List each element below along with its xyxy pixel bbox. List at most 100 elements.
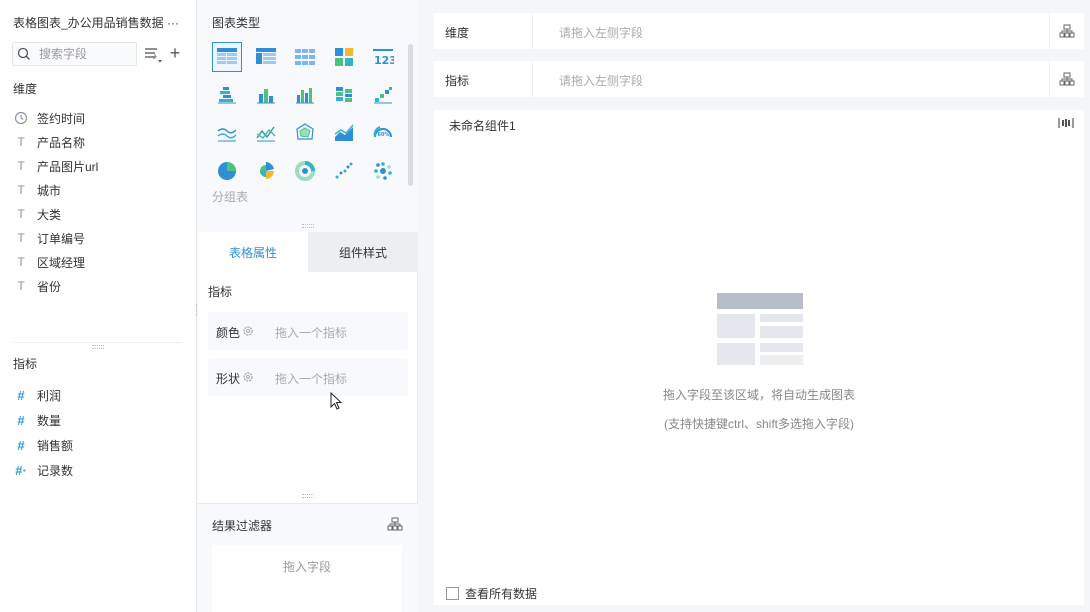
mouse-cursor-icon [330, 392, 343, 410]
detail-table-icon [295, 49, 315, 65]
field-label: 省份 [37, 279, 62, 294]
chart-types-title: 图表类型 [212, 16, 261, 30]
sort-icon[interactable]: # [143, 45, 165, 65]
tab-component-style[interactable]: 组件样式 [308, 232, 418, 272]
divider [532, 61, 533, 97]
text-type-icon: T [17, 231, 25, 245]
chart-type-polyline[interactable] [251, 118, 281, 148]
property-tabs: 表格属性 组件样式 [198, 232, 418, 272]
hierarchy-icon[interactable] [387, 517, 403, 531]
field-label: 销售额 [37, 438, 74, 453]
field-item-dimension[interactable]: T 城市 [13, 180, 61, 200]
field-item-dimension[interactable]: T 产品图片url [13, 156, 98, 176]
clock-icon [14, 111, 28, 125]
field-item-dimension[interactable]: T 大类 [13, 204, 61, 224]
dataset-title[interactable]: 表格图表_办公用品销售数据 ··· [13, 14, 188, 31]
field-item-dimension[interactable]: T 省份 [13, 276, 61, 296]
table-chart-icon [217, 48, 237, 64]
checkbox-box[interactable] [446, 587, 459, 600]
dimension-header: 维度 [13, 82, 38, 96]
dimension-drop-bar[interactable]: 维度 请拖入左侧字段 [434, 13, 1084, 49]
chart-type-donut[interactable] [290, 156, 320, 186]
cross-table-icon [256, 48, 276, 64]
chart-editor-area: 维度 请拖入左侧字段 指标 请拖入左侧字段 未命名组件1 拖入字段至该区域，将自… [419, 0, 1090, 612]
chart-type-line[interactable] [212, 118, 242, 148]
field-search-box[interactable] [12, 42, 137, 66]
field-label: 签约时间 [37, 111, 86, 126]
field-item-dimension[interactable]: T 产品名称 [13, 132, 85, 152]
color-drop-zone[interactable]: 颜色 拖入一个指标 [208, 312, 408, 350]
field-label: 大类 [37, 207, 62, 222]
chart-type-pie[interactable] [212, 156, 242, 186]
hierarchy-icon[interactable] [1059, 72, 1075, 86]
tab-table-properties[interactable]: 表格属性 [198, 232, 308, 272]
field-item-metric[interactable]: # 利润 [13, 385, 61, 405]
svg-text:123: 123 [374, 54, 394, 67]
field-label: 产品图片url [37, 159, 99, 174]
number-type-icon: # [17, 412, 25, 428]
record-count-icon: #· [15, 462, 27, 478]
widget-canvas[interactable]: 未命名组件1 拖入字段至该区域，将自动生成图表 (支持快捷键ctrl、shift… [434, 110, 1084, 605]
gear-icon[interactable] [242, 325, 254, 337]
bubble-chart-icon [374, 162, 392, 180]
chart-type-column[interactable] [251, 80, 281, 110]
text-type-icon: T [17, 135, 25, 149]
chart-type-table[interactable] [212, 42, 242, 72]
chart-type-bubble[interactable] [368, 156, 398, 186]
scatter-chart-icon [335, 162, 353, 179]
shape-drop-zone[interactable]: 形状 拖入一个指标 [208, 358, 408, 396]
gauge-chart-icon: 60% [373, 126, 392, 138]
chart-type-gauge[interactable]: 60% [368, 118, 398, 148]
chart-type-waterfall[interactable] [368, 80, 398, 110]
chart-type-number[interactable]: 123 [368, 42, 398, 72]
field-item-dimension[interactable]: 签约时间 [13, 108, 85, 128]
config-panel: 图表类型 123 60% 分组表 表格属性 组件样式 指标 颜色 拖入一个指标 … [198, 0, 418, 612]
chart-type-scrollbar[interactable] [408, 44, 413, 186]
filter-drop-zone[interactable]: 拖入字段 [212, 545, 402, 612]
hierarchy-icon[interactable] [1059, 24, 1075, 38]
line-chart-icon [217, 128, 237, 142]
field-item-metric[interactable]: # 数量 [13, 410, 61, 430]
search-input[interactable] [39, 46, 135, 62]
chart-type-grouped-column[interactable] [290, 80, 320, 110]
group-table-label[interactable]: 分组表 [212, 188, 248, 205]
chart-type-stacked-column[interactable] [329, 80, 359, 110]
field-item-metric[interactable]: #· 记录数 [13, 460, 73, 480]
stacked-bar-icon [218, 87, 236, 104]
gear-icon[interactable] [242, 371, 254, 383]
dimension-bar-placeholder: 请拖入左侧字段 [559, 26, 644, 40]
chart-type-resize-handle[interactable] [302, 224, 314, 228]
field-item-metric[interactable]: # 销售额 [13, 435, 73, 455]
chart-type-area[interactable] [329, 118, 359, 148]
divider [532, 13, 533, 49]
metric-header: 指标 [13, 357, 38, 371]
chart-type-stacked-bar[interactable] [212, 80, 242, 110]
chart-type-section: 图表类型 123 60% 分组表 [198, 0, 418, 232]
kpi-card-icon [335, 48, 353, 66]
metric-bar-label: 指标 [445, 74, 470, 88]
field-label: 产品名称 [37, 135, 86, 150]
field-item-dimension[interactable]: T 订单编号 [13, 228, 85, 248]
chart-type-scatter[interactable] [329, 156, 359, 186]
filter-resize-handle[interactable] [302, 494, 314, 498]
panel-resize-handle[interactable] [92, 345, 104, 349]
shape-label: 形状 [216, 372, 241, 386]
chart-type-radar[interactable] [290, 118, 320, 148]
color-label: 颜色 [216, 326, 241, 340]
empty-hint: 拖入字段至该区域，将自动生成图表 [662, 388, 855, 402]
show-all-data-checkbox[interactable]: 查看所有数据 [446, 585, 537, 602]
column-width-icon[interactable] [1058, 117, 1074, 129]
filter-placeholder: 拖入字段 [282, 560, 331, 574]
widget-title[interactable]: 未命名组件1 [449, 117, 516, 134]
add-field-icon[interactable]: + [167, 44, 183, 62]
chart-type-cross-table[interactable] [251, 42, 281, 72]
field-panel: 表格图表_办公用品销售数据 ··· # + 维度 签约时间 T 产品名称 T 产… [0, 0, 197, 612]
chart-type-kpi-card[interactable] [329, 42, 359, 72]
field-label: 数量 [37, 413, 62, 428]
divider [1049, 61, 1050, 97]
chart-type-rose[interactable] [251, 156, 281, 186]
metric-drop-bar[interactable]: 指标 请拖入左侧字段 [434, 61, 1084, 97]
chart-type-detail-table[interactable] [290, 42, 320, 72]
field-item-dimension[interactable]: T 区域经理 [13, 252, 85, 272]
color-placeholder: 拖入一个指标 [275, 326, 348, 340]
